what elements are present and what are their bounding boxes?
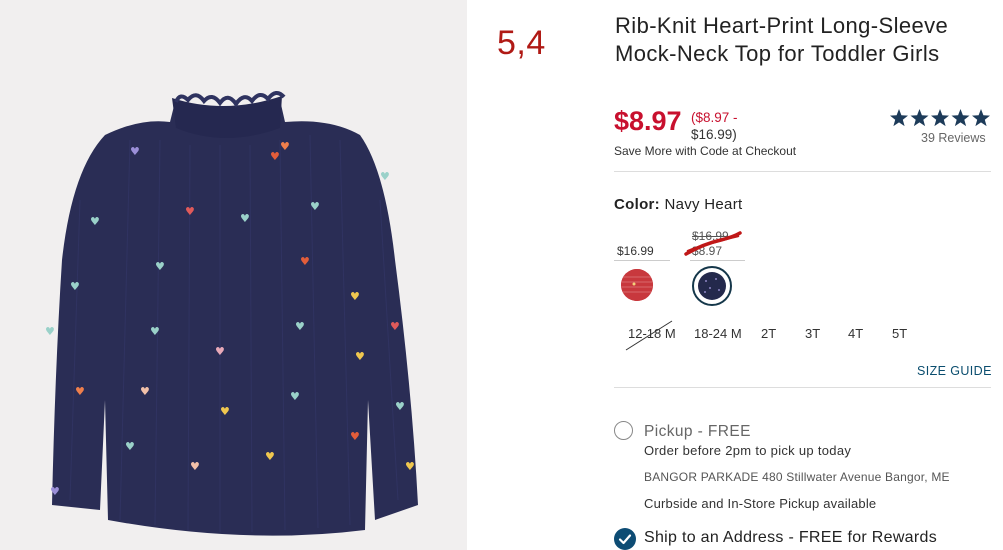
svg-text:♥: ♥ [405,460,415,473]
product-image[interactable]: ♥ ♥ ♥ ♥ ♥ ♥ ♥ ♥ ♥ ♥ ♥ ♥ ♥ ♥ ♥ ♥ ♥ ♥ ♥ ♥ … [0,0,467,550]
svg-text:♥: ♥ [270,150,280,163]
ship-title[interactable]: Ship to an Address - FREE for Rewards [644,529,937,547]
svg-text:♥: ♥ [130,145,140,158]
svg-text:♥: ♥ [350,430,360,443]
swatch-red-price: $16.99 [617,244,654,258]
sale-price: $8.97 [614,106,682,136]
size-option-3t[interactable]: 3T [805,326,820,341]
price-range: ($8.97 - $16.99) [691,109,738,143]
pickup-order-note: Order before 2pm to pick up today [644,443,852,458]
svg-text:♥: ♥ [395,400,405,413]
star-icon [910,109,929,127]
star-icon [972,109,990,127]
svg-text:♥: ♥ [90,215,100,228]
svg-text:♥: ♥ [150,325,160,338]
price-range-line1: ($8.97 - [691,110,738,125]
svg-text:♥: ♥ [290,390,300,403]
color-label-key: Color: [614,196,660,213]
price-range-line2: $16.99) [691,127,737,142]
pickup-curbside-note: Curbside and In-Store Pickup available [644,496,877,511]
star-icon [951,109,970,127]
size-guide-link[interactable]: SIZE GUIDE [917,364,992,378]
svg-text:♥: ♥ [300,255,310,268]
svg-text:♥: ♥ [380,170,390,183]
divider [614,387,991,388]
star-icon [931,109,949,127]
swatch-red-underline [614,260,670,261]
svg-text:♥: ♥ [215,345,225,358]
svg-text:♥: ♥ [240,212,250,225]
svg-text:♥: ♥ [350,290,360,303]
svg-text:♥: ♥ [70,280,80,293]
svg-text:♥: ♥ [220,405,230,418]
reviews-link[interactable]: 39 Reviews [921,131,986,145]
svg-text:♥: ♥ [190,460,200,473]
promo-text: Save More with Code at Checkout [614,144,797,158]
pickup-store-address: BANGOR PARKADE 480 Stillwater Avenue Ban… [644,470,950,484]
svg-text:♥: ♥ [310,200,320,213]
size-option-4t[interactable]: 4T [848,326,863,341]
size-unavailable-strike [625,320,673,351]
svg-text:♥: ♥ [50,485,60,498]
svg-text:♥: ♥ [390,320,400,333]
svg-text:♥: ♥ [75,385,85,398]
svg-text:♥: ♥ [185,205,195,218]
svg-text:♥: ♥ [295,320,305,333]
pickup-radio[interactable] [614,421,633,440]
size-option-5t[interactable]: 5T [892,326,907,341]
annotation-label: 5,4 [497,24,546,62]
svg-text:♥: ♥ [140,385,150,398]
product-title: Rib-Knit Heart-Print Long-Sleeve Mock-Ne… [615,13,949,66]
size-option-18-24m[interactable]: 18-24 M [694,326,742,341]
svg-text:♥: ♥ [355,350,365,363]
pickup-title[interactable]: Pickup - FREE [644,423,751,441]
rating-stars[interactable] [889,108,991,128]
check-icon [618,534,632,545]
color-label: Color: Navy Heart [614,196,742,213]
svg-text:♥: ♥ [280,140,290,153]
svg-text:♥: ♥ [265,450,275,463]
star-icon [890,109,908,127]
size-option-2t[interactable]: 2T [761,326,776,341]
divider [614,171,991,172]
swatch-navy-underline [690,260,745,261]
red-strike-mark [684,231,742,256]
color-swatch-navy[interactable] [698,272,726,300]
svg-text:♥: ♥ [125,440,135,453]
ship-radio-checked[interactable] [614,528,636,550]
svg-text:♥: ♥ [155,260,165,273]
color-swatch-red[interactable] [621,269,653,301]
svg-text:♥: ♥ [45,325,55,338]
color-label-value: Navy Heart [664,196,743,213]
